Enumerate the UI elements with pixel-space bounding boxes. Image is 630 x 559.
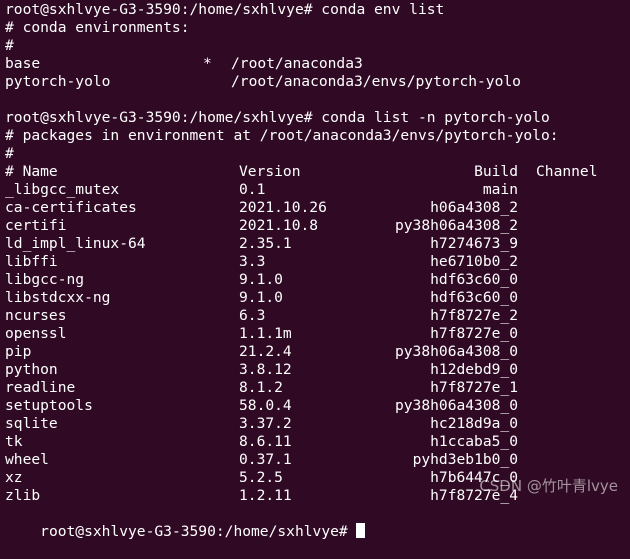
package-row: ncurses 6.3 h7f8727e_2	[5, 307, 630, 325]
package-version: 1.2.11	[239, 487, 292, 504]
comment-hash: #	[5, 145, 14, 162]
command-line-conda-list: root@sxhlvye-G3-3590:/home/sxhlvye# cond…	[5, 109, 550, 126]
package-version: 9.1.0	[239, 289, 283, 306]
package-name: setuptools	[5, 397, 93, 414]
package-row: libffi 3.3 he6710b0_2	[5, 253, 630, 271]
package-build: pyhd3eb1b0_0	[412, 451, 518, 468]
column-header-channel: Channel	[536, 163, 598, 180]
comment-hash: #	[5, 37, 14, 54]
package-name: pip	[5, 343, 32, 360]
package-build: h7f8727e_2	[430, 307, 518, 324]
package-name: tk	[5, 433, 23, 450]
env-path: /root/anaconda3/envs/pytorch-yolo	[231, 73, 521, 90]
package-build: hdf63c60_0	[430, 271, 518, 288]
package-row: setuptools 58.0.4 py38h06a4308_0	[5, 397, 630, 415]
package-build: hc218d9a_0	[430, 415, 518, 432]
text-cursor	[356, 523, 366, 538]
package-row: sqlite 3.37.2 hc218d9a_0	[5, 415, 630, 433]
package-row: libgcc-ng 9.1.0 hdf63c60_0	[5, 271, 630, 289]
package-version: 0.37.1	[239, 451, 292, 468]
package-build: h7f8727e_0	[430, 325, 518, 342]
active-env-marker: *	[203, 55, 212, 72]
package-name: libgcc-ng	[5, 271, 85, 288]
package-build: he6710b0_2	[430, 253, 518, 270]
package-row: ld_impl_linux-64 2.35.1 h7274673_9	[5, 235, 630, 253]
package-name: libstdcxx-ng	[5, 289, 111, 306]
package-version: 0.1	[239, 181, 266, 198]
env-row: base * /root/anaconda3	[5, 55, 630, 73]
package-build: main	[482, 181, 518, 198]
terminal-window[interactable]: root@sxhlvye-G3-3590:/home/sxhlvye# cond…	[5, 1, 630, 540]
package-name: sqlite	[5, 415, 58, 432]
env-list-header: # conda environments:	[5, 19, 190, 36]
env-path: /root/anaconda3	[231, 55, 363, 72]
package-version: 9.1.0	[239, 271, 283, 288]
package-build: hdf63c60_0	[430, 289, 518, 306]
package-version: 3.8.12	[239, 361, 292, 378]
package-row: certifi 2021.10.8 py38h06a4308_2	[5, 217, 630, 235]
package-version: 3.37.2	[239, 415, 292, 432]
package-name: python	[5, 361, 58, 378]
package-name: _libgcc_mutex	[5, 181, 120, 198]
package-row: openssl 1.1.1m h7f8727e_0	[5, 325, 630, 343]
packages-header: # packages in environment at /root/anaco…	[5, 127, 559, 144]
package-version: 2021.10.26	[239, 199, 327, 216]
package-build: h06a4308_2	[430, 199, 518, 216]
package-version: 6.3	[239, 307, 266, 324]
package-version: 2021.10.8	[239, 217, 319, 234]
package-build: h7274673_9	[430, 235, 518, 252]
package-row: _libgcc_mutex 0.1 main	[5, 181, 630, 199]
package-version: 3.3	[239, 253, 266, 270]
package-build: py38h06a4308_0	[394, 343, 518, 360]
package-version: 2.35.1	[239, 235, 292, 252]
package-build: h1ccaba5_0	[430, 433, 518, 450]
package-build: h7f8727e_1	[430, 379, 518, 396]
package-name: xz	[5, 469, 23, 486]
package-name: openssl	[5, 325, 67, 342]
package-row: pip 21.2.4 py38h06a4308_0	[5, 343, 630, 361]
env-row: pytorch-yolo /root/anaconda3/envs/pytorc…	[5, 73, 630, 91]
column-header-name: # Name	[5, 163, 58, 180]
package-build: py38h06a4308_2	[394, 217, 518, 234]
package-row: wheel 0.37.1 pyhd3eb1b0_0	[5, 451, 630, 469]
prompt-line[interactable]: root@sxhlvye-G3-3590:/home/sxhlvye#	[5, 505, 630, 540]
command-line-env-list: root@sxhlvye-G3-3590:/home/sxhlvye# cond…	[5, 1, 445, 18]
package-version: 5.2.5	[239, 469, 283, 486]
watermark: CSDN @竹叶青lvye	[479, 477, 618, 495]
package-version: 21.2.4	[239, 343, 292, 360]
package-row: tk 8.6.11 h1ccaba5_0	[5, 433, 630, 451]
package-version: 1.1.1m	[239, 325, 292, 342]
package-name: certifi	[5, 217, 67, 234]
package-version: 8.1.2	[239, 379, 283, 396]
package-list: _libgcc_mutex 0.1 main ca-certificates 2021.…	[5, 181, 630, 505]
package-table-header: # Name Version Build Channel	[5, 163, 630, 181]
env-name: pytorch-yolo	[5, 73, 111, 90]
package-row: readline 8.1.2 h7f8727e_1	[5, 379, 630, 397]
package-name: libffi	[5, 253, 58, 270]
package-row: python 3.8.12 h12debd9_0	[5, 361, 630, 379]
package-row: ca-certificates 2021.10.26 h06a4308_2	[5, 199, 630, 217]
column-header-version: Version	[239, 163, 301, 180]
package-build: py38h06a4308_0	[394, 397, 518, 414]
package-name: zlib	[5, 487, 41, 504]
package-version: 58.0.4	[239, 397, 292, 414]
package-name: wheel	[5, 451, 49, 468]
env-name: base	[5, 55, 41, 72]
column-header-build: Build	[474, 163, 518, 180]
package-row: libstdcxx-ng 9.1.0 hdf63c60_0	[5, 289, 630, 307]
package-name: readline	[5, 379, 76, 396]
shell-prompt: root@sxhlvye-G3-3590:/home/sxhlvye#	[40, 523, 348, 540]
package-name: ca-certificates	[5, 199, 137, 216]
package-name: ncurses	[5, 307, 67, 324]
package-version: 8.6.11	[239, 433, 292, 450]
package-build: h12debd9_0	[430, 361, 518, 378]
package-name: ld_impl_linux-64	[5, 235, 146, 252]
